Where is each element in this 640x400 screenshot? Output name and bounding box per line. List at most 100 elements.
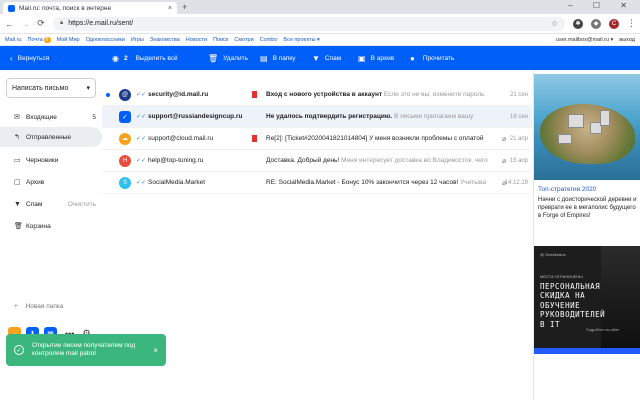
portal-link-search[interactable]: Поиск <box>213 37 228 43</box>
extension-icon[interactable]: ✱ <box>573 18 583 29</box>
spam-button[interactable]: ▼ Спам <box>312 54 341 63</box>
message-from: support@cloud.mail.ru <box>148 135 214 142</box>
selected-checkbox[interactable]: ✓ <box>119 110 131 123</box>
folder-move-icon: ▤ <box>260 53 268 63</box>
building-shape <box>600 110 610 126</box>
course-ad-banner[interactable]: @ Geekbrains МЕСТА ОГРАНИЧЕНЫ ПЕРСОНАЛЬН… <box>534 246 640 354</box>
list-item[interactable]: H ✓✓ help@top-tuning.ru Доставка. Добрый… <box>102 150 532 172</box>
lock-icon: 🔒︎ <box>60 20 64 26</box>
portal-link-myworld[interactable]: Мой Мир <box>57 37 80 43</box>
double-check-icon: ✓✓ <box>136 158 147 164</box>
clean-spam-button[interactable]: Очистить <box>68 201 102 208</box>
tab-title: Mail.ru: почта, поиск в интерне <box>19 4 112 12</box>
portal-link-games[interactable]: Игры <box>131 37 144 43</box>
ad-note: Подробнее на сайте <box>586 328 620 332</box>
portal-link-dating[interactable]: Знакомства <box>150 37 180 43</box>
browser-tab-bar: Mail.ru: почта, поиск в интерне × + – ☐ … <box>0 0 640 14</box>
check-circle-icon: ◉ <box>112 53 119 63</box>
read-dot-icon: ● <box>410 53 415 63</box>
inbox-count: 5 <box>92 113 96 121</box>
ad-title[interactable]: Топ-стратегия 2020 <box>538 186 596 193</box>
unread-dot-icon[interactable] <box>106 92 110 97</box>
select-all-button[interactable]: ◉ 2 Выделить всё <box>112 54 178 63</box>
browser-tab[interactable]: Mail.ru: почта, поиск в интерне × <box>3 2 177 14</box>
portal-link-all-projects[interactable]: Все проекты ▾ <box>283 37 319 43</box>
ad-text[interactable]: Начни с доисторической деревни и преврат… <box>538 197 638 220</box>
cloud-avatar-icon[interactable]: ☁ <box>119 132 131 145</box>
user-email[interactable]: user.mailbox@mail.ru ▾ <box>556 37 613 43</box>
sender-avatar[interactable]: H <box>119 154 131 167</box>
trash-icon: 🗑︎ <box>208 53 219 63</box>
message-date: 21 сен <box>510 91 528 98</box>
island-illustration <box>540 104 635 164</box>
portal-link-watch[interactable]: Смотри <box>234 37 253 43</box>
new-folder-button[interactable]: + Новая папка <box>0 303 102 310</box>
double-check-icon: ✓✓ <box>136 136 147 142</box>
portal-link-mailru[interactable]: Mail.ru <box>5 37 22 43</box>
list-item[interactable]: @ ✓✓ security@id.mail.ru Вход с нового у… <box>102 84 532 106</box>
delete-button[interactable]: 🗑︎ Удалить <box>208 54 248 63</box>
ad-column: Топ-стратегия 2020 Начни с доисторическо… <box>533 70 640 400</box>
double-check-icon: ✓✓ <box>136 180 147 186</box>
message-subject: RE: SocialMedia.Market - Бонус 10% закон… <box>266 179 486 186</box>
compose-button[interactable]: Написать письмо ▾ <box>6 78 96 98</box>
double-check-icon: ✓✓ <box>136 92 147 98</box>
reload-icon[interactable]: ⟳ <box>37 18 45 29</box>
message-date: 21 апр <box>509 135 528 142</box>
profile-avatar[interactable]: C <box>609 18 619 29</box>
thumb-down-icon: ▼ <box>312 53 320 63</box>
sender-avatar[interactable]: @ <box>119 88 131 101</box>
toast-text: Открытие писем получателем под контролем… <box>32 341 136 357</box>
sidebar-item-spam[interactable]: ▼ Спам Очистить <box>0 194 102 214</box>
puzzle-extension-icon[interactable]: ◆ <box>591 18 601 29</box>
bookmark-star-icon[interactable]: ☆ <box>551 19 558 28</box>
back-chevron-icon: ‹ <box>10 53 13 63</box>
notification-toast: ✓ Открытие писем получателем под контрол… <box>6 334 166 366</box>
logout-link[interactable]: выход <box>619 37 635 43</box>
message-from: security@id.mail.ru <box>148 91 209 98</box>
ad-headline: ПЕРСОНАЛЬНАЯ СКИДКА НА ОБУЧЕНИЕ РУКОВОДИ… <box>540 282 606 329</box>
draft-icon: ▭ <box>14 157 21 164</box>
building-shape <box>558 134 572 144</box>
sidebar-item-trash[interactable]: 🗑︎ Корзина <box>0 216 102 236</box>
new-tab-button[interactable]: + <box>182 2 187 12</box>
sidebar-item-sent[interactable]: ↰ Отправленные <box>0 127 102 147</box>
archive-button[interactable]: ▣ В архив <box>358 54 394 63</box>
flag-icon[interactable] <box>252 91 257 98</box>
portal-link-combo[interactable]: Combo <box>260 37 278 43</box>
list-item[interactable]: ✓ ✓✓ support@russiandesigncup.ru Не удал… <box>102 106 532 128</box>
trash-icon: 🗑︎ <box>14 223 23 230</box>
back-arrow-icon[interactable]: ← <box>5 19 14 29</box>
portal-link-mail[interactable]: Почта 6 <box>28 36 51 43</box>
window-controls[interactable]: – ☐ ✕ <box>568 1 636 10</box>
list-item[interactable]: ☁ ✓✓ support@cloud.mail.ru Re[2]: [Ticke… <box>102 128 532 150</box>
archive-icon: ▢ <box>14 179 21 186</box>
thumb-down-icon: ▼ <box>14 200 21 208</box>
portal-link-news[interactable]: Новости <box>186 37 207 43</box>
plus-icon: + <box>14 303 18 310</box>
forward-arrow-icon[interactable]: → <box>21 19 30 29</box>
mark-read-button[interactable]: ● Прочитать <box>410 54 454 63</box>
sidebar-item-inbox[interactable]: ✉ Входящие 5 <box>0 107 102 127</box>
close-icon[interactable]: × <box>153 346 158 355</box>
message-date: 18 сен <box>510 113 528 120</box>
browser-menu-icon[interactable]: ⋮ <box>627 18 636 29</box>
message-date: 14.12.19 <box>504 179 528 186</box>
message-subject: Re[2]: [Ticket#2020041821014804] У меня … <box>266 135 484 142</box>
game-ad-image[interactable] <box>534 74 640 180</box>
move-to-folder-button[interactable]: ▤ В папку <box>260 54 296 63</box>
check-circle-icon: ✓ <box>14 345 24 355</box>
list-item[interactable]: S ✓✓ SocialMedia.Market RE: SocialMedia.… <box>102 172 532 194</box>
sender-avatar[interactable]: S <box>119 176 131 189</box>
flag-icon[interactable] <box>252 135 257 142</box>
back-button[interactable]: ‹ Вернуться <box>10 54 49 63</box>
chevron-down-icon[interactable]: ▾ <box>86 84 90 92</box>
tab-close-icon[interactable]: × <box>168 5 172 12</box>
sidebar-item-archive[interactable]: ▢ Архив <box>0 172 102 192</box>
envelope-icon: ✉ <box>14 114 20 121</box>
address-bar[interactable]: 🔒︎ https://e.mail.ru/sent/ ☆ <box>53 16 565 31</box>
mailru-favicon-icon <box>8 4 15 12</box>
portal-link-ok[interactable]: Одноклассники <box>86 37 125 43</box>
sidebar-item-drafts[interactable]: ▭ Черновики <box>0 150 102 170</box>
ad-tagline: МЕСТА ОГРАНИЧЕНЫ <box>540 274 583 279</box>
